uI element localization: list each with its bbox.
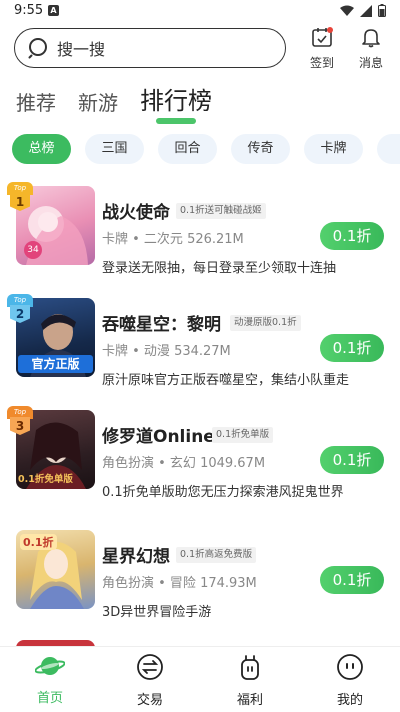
game-cover[interactable]: 0.1折	[16, 530, 95, 609]
nav-mine-label: 我的	[336, 693, 363, 708]
list-item[interactable]: 0.1折免单版 Top 3 修罗道Online 0.1折免单版 角色扮演 • 玄…	[0, 400, 400, 510]
search-icon	[28, 38, 47, 59]
search-placeholder: 搜一搜	[57, 40, 106, 59]
signin-button[interactable]: 签到	[302, 26, 342, 70]
game-name[interactable]: 吞噬星空：黎明	[102, 310, 221, 335]
chip-strategy[interactable]: 策	[377, 134, 400, 164]
game-description: 原汁原味官方正版吞噬星空，集结小队重走	[102, 373, 350, 388]
bell-icon	[362, 29, 380, 48]
game-meta: 角色扮演 • 玄幻 1049.67M	[102, 456, 266, 471]
chip-three-kingdoms[interactable]: 三国	[85, 134, 144, 164]
main-tabs: 推荐 新游 排行榜	[16, 81, 234, 124]
bottom-nav: 首页 交易 福利 我的	[0, 646, 400, 712]
rank-badge: Top 3	[7, 406, 33, 436]
list-item[interactable]: 0.1折 星界幻想 0.1折高返免费版 角色扮演 • 冒险 174.93M 3D…	[0, 520, 400, 630]
discount-button[interactable]: 0.1折	[320, 446, 384, 474]
wifi-icon	[340, 5, 354, 16]
status-time: 9:55	[14, 3, 44, 18]
rank-badge: Top 2	[7, 294, 33, 324]
signin-label: 签到	[309, 56, 334, 70]
chip-legend[interactable]: 传奇	[231, 134, 290, 164]
calendar-check-icon	[312, 27, 333, 47]
game-tag: 动漫原版0.1折	[230, 315, 301, 331]
nav-trade[interactable]: 交易	[100, 647, 200, 712]
battery-icon	[378, 4, 386, 17]
discount-button[interactable]: 0.1折	[320, 334, 384, 362]
nav-trade-label: 交易	[136, 693, 163, 708]
game-name[interactable]: 修罗道Online	[102, 422, 215, 447]
game-name[interactable]: 战火使命	[102, 198, 170, 223]
cover-note: 0.1折	[20, 534, 57, 550]
status-bar: 9:55 A	[0, 0, 400, 22]
planet-icon	[34, 657, 66, 675]
game-tag: 0.1折免单版	[212, 427, 274, 443]
chip-overall[interactable]: 总榜	[12, 134, 71, 164]
game-description: 登录送无限抽，每日登录至少领取十连抽	[102, 261, 337, 276]
game-description: 3D异世界冒险手游	[102, 605, 212, 620]
search-input[interactable]: 搜一搜	[14, 28, 286, 68]
nav-benefits-label: 福利	[236, 693, 263, 708]
cover-note: 34	[24, 241, 42, 259]
category-chips: 总榜 三国 回合 传奇 卡牌 策	[12, 134, 400, 164]
game-description: 0.1折免单版助您无压力探索港风捉鬼世界	[102, 485, 344, 500]
signal-icon	[360, 4, 372, 17]
rank-number: 3	[10, 417, 30, 435]
game-tag: 0.1折高返免费版	[176, 547, 257, 563]
rank-number: 2	[10, 305, 30, 323]
tab-recommend[interactable]: 推荐	[16, 87, 56, 122]
discount-button[interactable]: 0.1折	[320, 566, 384, 594]
chip-turn-based[interactable]: 回合	[158, 134, 217, 164]
cover-note: 官方正版	[18, 355, 93, 373]
rank-badge: Top 1	[7, 182, 33, 212]
game-name[interactable]: 星界幻想	[102, 542, 170, 567]
nav-benefits[interactable]: 福利	[200, 647, 300, 712]
game-tag: 0.1折送可触碰战姬	[176, 203, 266, 219]
message-label: 消息	[358, 56, 383, 70]
nav-home-label: 首页	[36, 691, 63, 706]
tab-new-games[interactable]: 新游	[78, 87, 118, 122]
message-button[interactable]: 消息	[351, 26, 391, 70]
tab-ranking[interactable]: 排行榜	[140, 81, 212, 124]
discount-button[interactable]: 0.1折	[320, 222, 384, 250]
game-meta: 卡牌 • 动漫 534.27M	[102, 344, 231, 359]
nav-home[interactable]: 首页	[0, 647, 100, 712]
chip-card[interactable]: 卡牌	[304, 134, 363, 164]
status-indicators	[340, 4, 386, 17]
list-item[interactable]: 34 Top 1 战火使命 0.1折送可触碰战姬 卡牌 • 二次元 526.21…	[0, 176, 400, 286]
notification-icon: A	[48, 5, 59, 16]
rank-number: 1	[10, 193, 30, 211]
exchange-icon	[137, 654, 163, 680]
game-meta: 卡牌 • 二次元 526.21M	[102, 232, 244, 247]
nav-mine[interactable]: 我的	[300, 647, 400, 712]
list-item[interactable]: 官方正版 Top 2 吞噬星空：黎明 动漫原版0.1折 卡牌 • 动漫 534.…	[0, 288, 400, 398]
profile-icon	[337, 654, 363, 680]
gift-icon	[241, 655, 259, 680]
cover-note: 0.1折免单版	[18, 474, 73, 485]
game-meta: 角色扮演 • 冒险 174.93M	[102, 576, 257, 591]
